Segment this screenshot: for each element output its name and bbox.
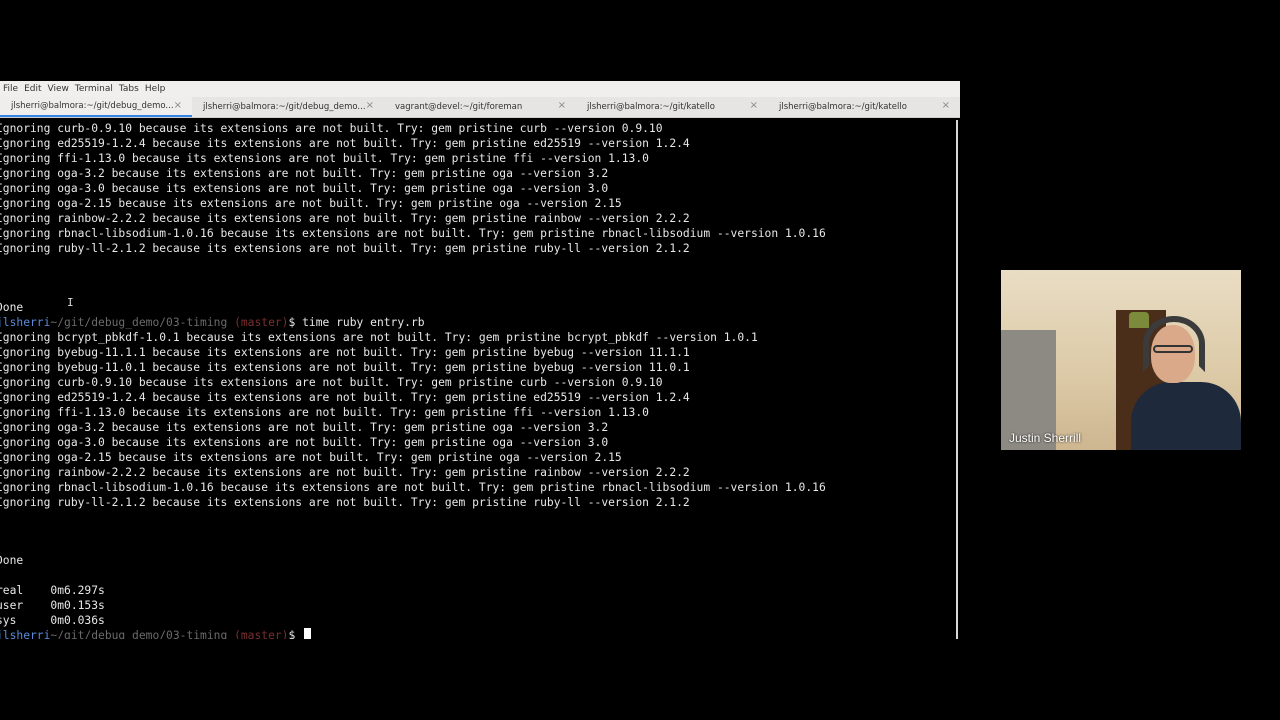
text-cursor	[304, 628, 312, 639]
person-torso	[1131, 382, 1241, 450]
terminal-line: Ignoring curb-0.9.10 because its extensi…	[0, 122, 663, 135]
terminal-line: real 0m6.297s	[0, 584, 105, 597]
terminal-line: Ignoring oga-3.0 because its extensions …	[0, 436, 609, 449]
terminal-line: Ignoring bcrypt_pbkdf-1.0.1 because its …	[0, 331, 758, 344]
close-icon[interactable]: ×	[558, 100, 566, 111]
terminal-line: Ignoring oga-2.15 because its extensions…	[0, 197, 622, 210]
menubar: File Edit View Terminal Tabs Help	[0, 81, 960, 97]
tab-label: jlsherri@balmora:~/git/katello	[779, 102, 907, 112]
tab-label: vagrant@devel:~/git/foreman	[395, 102, 523, 112]
webcam-video: Justin Sherrill	[1001, 270, 1241, 450]
tab-label: jlsherri@balmora:~/git/debug_demo...	[11, 101, 174, 111]
background-bottles	[1129, 312, 1149, 328]
tab-debug-demo-2[interactable]: jlsherri@balmora:~/git/debug_demo... ×	[192, 97, 384, 117]
terminal-line: Ignoring rbnacl-libsodium-1.0.16 because…	[0, 481, 826, 494]
prompt-branch: (master)	[234, 316, 289, 329]
menu-edit[interactable]: Edit	[23, 84, 46, 94]
prompt-user: jlsherri	[0, 629, 51, 639]
close-icon[interactable]: ×	[942, 100, 950, 111]
tab-foreman[interactable]: vagrant@devel:~/git/foreman ×	[384, 97, 576, 117]
prompt-symbol: $	[288, 629, 296, 639]
terminal-window: File Edit View Terminal Tabs Help jlsher…	[0, 81, 960, 639]
terminal-line: Ignoring oga-3.2 because its extensions …	[0, 421, 609, 434]
terminal-line: Done	[0, 301, 24, 314]
terminal-line: Ignoring curb-0.9.10 because its extensi…	[0, 376, 663, 389]
terminal-line: Ignoring ed25519-1.2.4 because its exten…	[0, 137, 690, 150]
terminal-line: Ignoring ed25519-1.2.4 because its exten…	[0, 391, 690, 404]
participant-name: Justin Sherrill	[1009, 431, 1082, 445]
prompt-user: jlsherri	[0, 316, 51, 329]
menu-terminal[interactable]: Terminal	[74, 84, 118, 94]
close-icon[interactable]: ×	[174, 100, 182, 111]
terminal-line: Ignoring ruby-ll-2.1.2 because its exten…	[0, 242, 690, 255]
terminal-line: Ignoring oga-3.0 because its extensions …	[0, 182, 609, 195]
command-text: time ruby entry.rb	[302, 316, 425, 329]
prompt-path: ~/git/debug_demo/03-timing	[50, 316, 228, 329]
terminal-line: Ignoring rbnacl-libsodium-1.0.16 because…	[0, 227, 826, 240]
terminal-line: Ignoring ruby-ll-2.1.2 because its exten…	[0, 496, 690, 509]
close-icon[interactable]: ×	[366, 100, 374, 111]
ibeam-cursor-icon: I	[67, 296, 74, 309]
terminal-line: Ignoring ffi-1.13.0 because its extensio…	[0, 152, 649, 165]
tab-label: jlsherri@balmora:~/git/katello	[587, 102, 715, 112]
tab-katello-1[interactable]: jlsherri@balmora:~/git/katello ×	[576, 97, 768, 117]
menu-tabs[interactable]: Tabs	[118, 84, 144, 94]
menu-view[interactable]: View	[47, 84, 74, 94]
prompt-branch: (master)	[234, 629, 289, 639]
tab-debug-demo-1[interactable]: jlsherri@balmora:~/git/debug_demo... ×	[0, 97, 192, 117]
close-icon[interactable]: ×	[750, 100, 758, 111]
prompt-symbol: $	[288, 316, 296, 329]
terminal-output[interactable]: Ignoring curb-0.9.10 because its extensi…	[0, 120, 958, 639]
tab-katello-2[interactable]: jlsherri@balmora:~/git/katello ×	[768, 97, 960, 117]
prompt-line: jlsherri~/git/debug_demo/03-timing (mast…	[0, 315, 425, 330]
terminal-line: user 0m0.153s	[0, 599, 105, 612]
terminal-line: sys 0m0.036s	[0, 614, 105, 627]
terminal-line: Ignoring rainbow-2.2.2 because its exten…	[0, 212, 690, 225]
tab-label: jlsherri@balmora:~/git/debug_demo...	[203, 102, 366, 112]
tab-bar: jlsherri@balmora:~/git/debug_demo... × j…	[0, 97, 960, 118]
terminal-line: Done	[0, 554, 24, 567]
prompt-path: ~/git/debug_demo/03-timing	[50, 629, 228, 639]
terminal-line: Ignoring byebug-11.1.1 because its exten…	[0, 346, 690, 359]
terminal-line: Ignoring oga-2.15 because its extensions…	[0, 451, 622, 464]
prompt-line: jlsherri~/git/debug_demo/03-timing (mast…	[0, 628, 312, 639]
menu-file[interactable]: File	[2, 84, 23, 94]
menu-help[interactable]: Help	[144, 84, 171, 94]
terminal-line: Ignoring oga-3.2 because its extensions …	[0, 167, 609, 180]
terminal-line: Ignoring byebug-11.0.1 because its exten…	[0, 361, 690, 374]
terminal-line: Ignoring rainbow-2.2.2 because its exten…	[0, 466, 690, 479]
headphones-icon	[1143, 316, 1205, 372]
terminal-line: Ignoring ffi-1.13.0 because its extensio…	[0, 406, 649, 419]
